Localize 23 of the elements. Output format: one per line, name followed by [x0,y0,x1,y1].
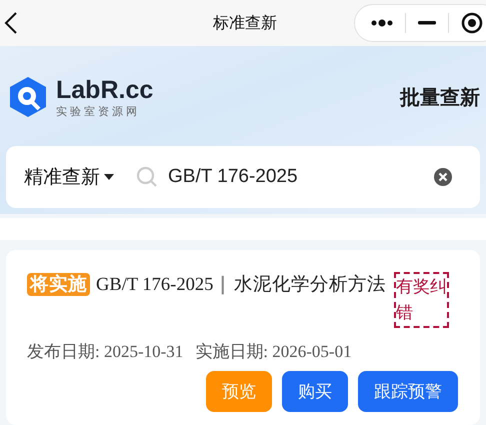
close-icon[interactable] [461,12,483,34]
search-field[interactable]: GB/T 176-2025 [166,165,434,189]
minimize-icon[interactable] [418,21,436,25]
report-error-link[interactable]: 有奖纠错 [394,272,450,328]
separator-text: | [219,274,226,295]
page-title: 标准查新 [213,12,277,34]
mode-dropdown[interactable]: 精准查新 [24,164,114,190]
search-icon [136,166,158,188]
more-icon[interactable] [371,19,393,27]
status-badge: 将实施 [27,273,90,296]
caret-icon [104,174,114,180]
standard-code: GB/T 176-2025 [96,275,214,295]
back-icon[interactable] [4,11,18,35]
publish-date: 发布日期: 2025-10-31 [27,341,184,363]
logo-icon [8,76,48,118]
implement-date: 实施日期: 2026-05-01 [195,341,352,363]
logo-subtitle: 实验室资源网 [56,104,141,118]
action-button[interactable]: 跟踪预警 [358,371,458,412]
action-button[interactable]: 购买 [282,371,348,412]
batch-check-link[interactable]: 批量查新 [400,84,480,110]
standard-title: 水泥化学分析方法 [234,274,386,295]
clear-icon[interactable] [434,168,452,186]
logo-title: LabR.cc [56,76,154,104]
